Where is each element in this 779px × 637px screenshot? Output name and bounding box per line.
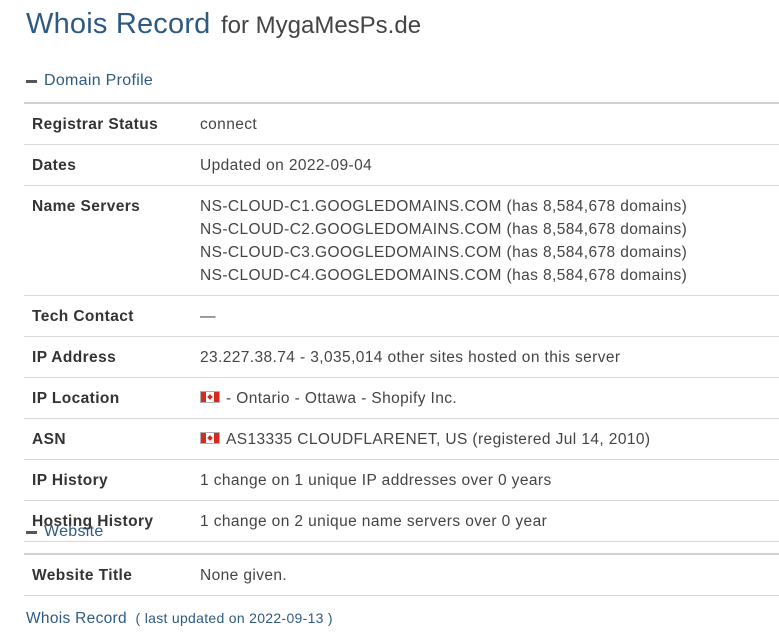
row-label: Tech Contact — [32, 308, 134, 325]
collapse-icon — [26, 79, 37, 83]
domain-profile-table: Registrar Status connect Dates Updated o… — [24, 102, 779, 542]
row-value: Updated on 2022-09-04 — [200, 157, 373, 174]
last-updated-note: ( last updated on 2022-09-13 ) — [135, 610, 333, 626]
name-server-item: NS-CLOUD-C1.GOOGLEDOMAINS.COM (has 8,584… — [200, 198, 688, 215]
page-title-main: Whois Record — [26, 8, 211, 40]
website-table: Website Title None given. — [24, 553, 779, 596]
footer: Whois Record ( last updated on 2022-09-1… — [26, 610, 333, 628]
table-row-registrar-status: Registrar Status connect — [24, 103, 779, 145]
canada-flag-icon — [200, 390, 220, 403]
table-row-ip-address: IP Address 23.227.38.74 - 3,035,014 othe… — [24, 336, 779, 378]
collapse-icon — [26, 530, 37, 534]
name-server-item: NS-CLOUD-C2.GOOGLEDOMAINS.COM (has 8,584… — [200, 221, 688, 238]
section-title-domain-profile: Domain Profile — [44, 72, 154, 89]
table-row-dates: Dates Updated on 2022-09-04 — [24, 144, 779, 186]
row-value: — — [200, 308, 216, 325]
table-row-name-servers: Name Servers NS-CLOUD-C1.GOOGLEDOMAINS.C… — [24, 185, 779, 296]
row-value: - Ontario - Ottawa - Shopify Inc. — [226, 390, 458, 407]
row-label: IP Location — [32, 390, 120, 407]
row-label: IP History — [32, 472, 109, 489]
page-title-domain: for MygaMesPs.de — [220, 12, 422, 39]
canada-flag-icon — [200, 431, 220, 444]
row-label: IP Address — [32, 349, 117, 366]
row-value: 1 change on 2 unique name servers over 0… — [200, 513, 548, 530]
row-label: Dates — [32, 157, 77, 174]
name-server-item: NS-CLOUD-C3.GOOGLEDOMAINS.COM (has 8,584… — [200, 244, 688, 261]
table-row-ip-history: IP History 1 change on 1 unique IP addre… — [24, 459, 779, 501]
row-value: 1 change on 1 unique IP addresses over 0… — [200, 472, 552, 489]
table-row-website-title: Website Title None given. — [24, 554, 779, 596]
row-label: Name Servers — [32, 198, 141, 215]
row-value: None given. — [200, 567, 288, 584]
section-toggle-website[interactable]: Website — [26, 523, 104, 541]
section-toggle-domain-profile[interactable]: Domain Profile — [26, 72, 153, 90]
whois-record-link[interactable]: Whois Record — [26, 610, 127, 627]
row-label: ASN — [32, 431, 66, 448]
table-row-asn: ASN AS13335 CLOUDFLARENET, US (registere… — [24, 418, 779, 460]
row-value: AS13335 CLOUDFLARENET, US (registered Ju… — [226, 431, 651, 448]
page-title: Whois Record for MygaMesPs.de — [26, 8, 421, 41]
name-server-item: NS-CLOUD-C4.GOOGLEDOMAINS.COM (has 8,584… — [200, 267, 688, 284]
whois-page: Whois Record for MygaMesPs.de Domain Pro… — [0, 0, 779, 637]
table-row-hosting-history: Hosting History 1 change on 2 unique nam… — [24, 500, 779, 542]
name-server-list: NS-CLOUD-C1.GOOGLEDOMAINS.COM (has 8,584… — [200, 186, 779, 295]
row-label: Website Title — [32, 567, 133, 584]
table-row-tech-contact: Tech Contact — — [24, 295, 779, 337]
section-title-website: Website — [44, 523, 104, 540]
table-row-ip-location: IP Location - Ontario - Ottawa - Shopify… — [24, 377, 779, 419]
row-value: connect — [200, 116, 258, 133]
row-label: Registrar Status — [32, 116, 159, 133]
row-value: 23.227.38.74 - 3,035,014 other sites hos… — [200, 349, 621, 366]
